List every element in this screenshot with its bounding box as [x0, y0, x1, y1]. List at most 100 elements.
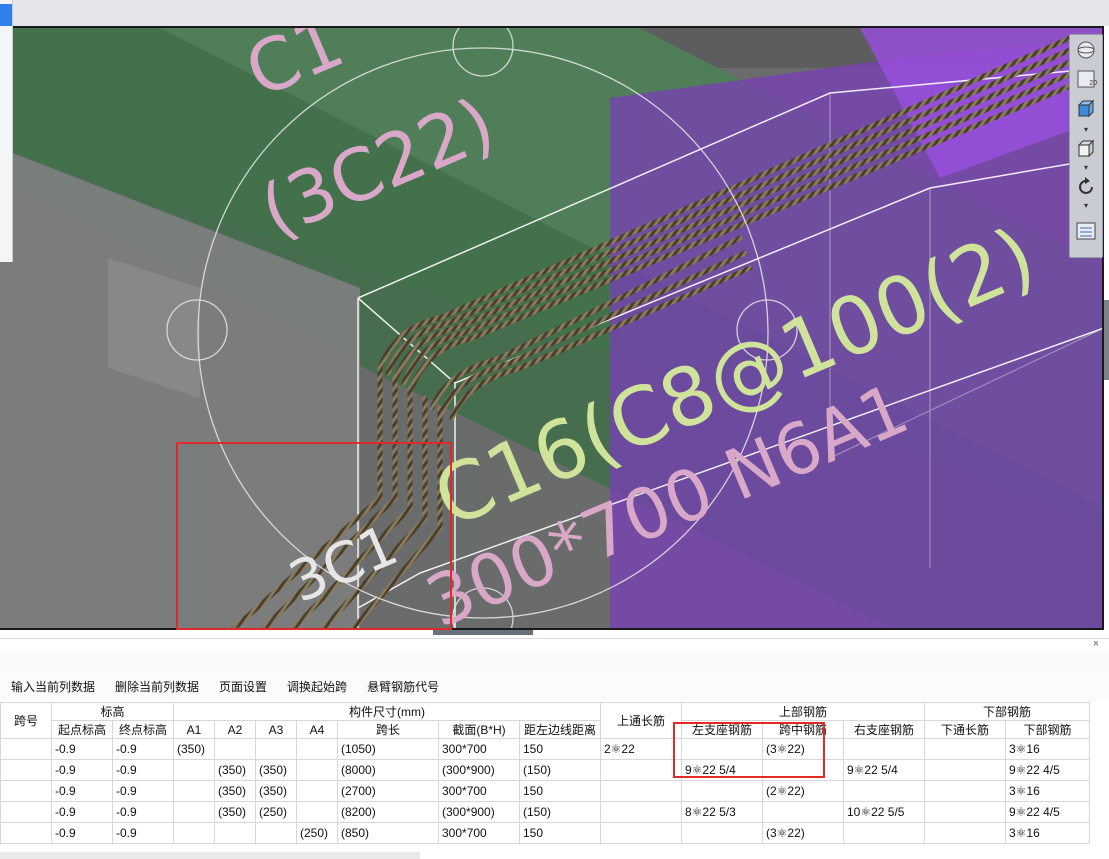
cell-offset[interactable]: 150	[519, 780, 601, 802]
cell-a1[interactable]	[173, 780, 215, 802]
cell-top-through[interactable]	[600, 780, 682, 802]
swap-start-span-button[interactable]: 调换起始跨	[284, 675, 350, 698]
cell-span-length[interactable]: (1050)	[337, 738, 439, 760]
cell-start-elev[interactable]: -0.9	[51, 822, 113, 844]
layer-list-button[interactable]	[1073, 219, 1099, 243]
cell-a3[interactable]: (350)	[255, 780, 297, 802]
cell-section[interactable]: (300*900)	[438, 759, 520, 781]
cell-left-support[interactable]: 8⚛22 5/3	[681, 801, 763, 823]
cell-start-elev[interactable]: -0.9	[51, 801, 113, 823]
cell-right-support[interactable]: 9⚛22 5/4	[843, 759, 925, 781]
left-side-panel[interactable]	[0, 0, 13, 262]
cell-section[interactable]: (300*900)	[438, 801, 520, 823]
cell-a4[interactable]	[296, 801, 338, 823]
cell-end-elev[interactable]: -0.9	[112, 780, 174, 802]
cell-section[interactable]: 300*700	[438, 780, 520, 802]
cell-start-elev[interactable]: -0.9	[51, 738, 113, 760]
cell-a3[interactable]	[255, 738, 297, 760]
table-row[interactable]: -0.9 -0.9 (350) (1050) 300*700 150 2⚛22 (3⚛22) 3…	[0, 738, 1090, 760]
cell-mid-span[interactable]	[762, 759, 844, 781]
cell-top-through[interactable]	[600, 801, 682, 823]
cell-left-support[interactable]	[681, 822, 763, 844]
cell-section[interactable]: 300*700	[438, 822, 520, 844]
cell-a3[interactable]	[255, 822, 297, 844]
cell-a2[interactable]: (350)	[214, 780, 256, 802]
cell-mid-span[interactable]: (3⚛22)	[762, 822, 844, 844]
cell-top-through[interactable]	[600, 759, 682, 781]
table-row[interactable]: -0.9 -0.9 (350) (350) (8000) (300*900) (150) 9⚛…	[0, 759, 1090, 781]
cell-a3[interactable]: (350)	[255, 759, 297, 781]
cell-a4[interactable]: (250)	[296, 822, 338, 844]
cell-bottom-bars[interactable]: 3⚛16	[1005, 780, 1090, 802]
rotate-button[interactable]	[1073, 175, 1099, 199]
cell-offset[interactable]: 150	[519, 822, 601, 844]
cell-mid-span[interactable]: (2⚛22)	[762, 780, 844, 802]
cell-a4[interactable]	[296, 759, 338, 781]
solid-cube-button[interactable]	[1073, 137, 1099, 161]
cell-bottom-through[interactable]	[924, 780, 1006, 802]
input-column-button[interactable]: 输入当前列数据	[8, 675, 98, 698]
cell-a2[interactable]	[214, 738, 256, 760]
orbit-sphere-button[interactable]	[1073, 38, 1099, 62]
cell-a1[interactable]	[173, 822, 215, 844]
cell-span-length[interactable]: (8000)	[337, 759, 439, 781]
cell-start-elev[interactable]: -0.9	[51, 759, 113, 781]
cell-a3[interactable]: (250)	[255, 801, 297, 823]
cell-right-support[interactable]	[843, 738, 925, 760]
cell-end-elev[interactable]: -0.9	[112, 759, 174, 781]
cell-a1[interactable]	[173, 759, 215, 781]
panel-edge-handle[interactable]	[1104, 300, 1109, 380]
table-row[interactable]: -0.9 -0.9 (250) (850) 300*700 150 (3⚛22) 3⚛16	[0, 822, 1090, 844]
cantilever-code-button[interactable]: 悬臂钢筋代号	[364, 675, 442, 698]
2d-view-button[interactable]: 20	[1073, 67, 1099, 91]
chevron-down-icon[interactable]: ▾	[1082, 202, 1090, 210]
cell-span[interactable]	[0, 780, 52, 802]
cell-a1[interactable]: (350)	[173, 738, 215, 760]
cell-end-elev[interactable]: -0.9	[112, 801, 174, 823]
cell-span[interactable]	[0, 759, 52, 781]
cell-offset[interactable]: (150)	[519, 759, 601, 781]
table-row[interactable]: -0.9 -0.9 (350) (250) (8200) (300*900) (150) 8⚛…	[0, 801, 1090, 823]
cell-end-elev[interactable]: -0.9	[112, 738, 174, 760]
cell-offset[interactable]: 150	[519, 738, 601, 760]
cell-top-through[interactable]	[600, 822, 682, 844]
cell-bottom-through[interactable]	[924, 759, 1006, 781]
cell-start-elev[interactable]: -0.9	[51, 780, 113, 802]
cell-bottom-bars[interactable]: 3⚛16	[1005, 822, 1090, 844]
cell-top-through[interactable]: 2⚛22	[600, 738, 682, 760]
cell-right-support[interactable]	[843, 822, 925, 844]
chevron-down-icon[interactable]: ▾	[1082, 126, 1090, 134]
cell-a2[interactable]	[214, 822, 256, 844]
cell-end-elev[interactable]: -0.9	[112, 822, 174, 844]
cell-bottom-through[interactable]	[924, 801, 1006, 823]
cell-mid-span[interactable]	[762, 801, 844, 823]
cell-right-support[interactable]	[843, 780, 925, 802]
panel-splitter[interactable]	[0, 630, 1109, 639]
cell-a4[interactable]	[296, 780, 338, 802]
cell-mid-span[interactable]: (3⚛22)	[762, 738, 844, 760]
view-cube-button[interactable]	[1073, 97, 1099, 121]
cell-bottom-bars[interactable]: 3⚛16	[1005, 738, 1090, 760]
cell-span-length[interactable]: (2700)	[337, 780, 439, 802]
cell-left-support[interactable]	[681, 738, 763, 760]
splitter-grip[interactable]	[433, 630, 533, 635]
cell-bottom-bars[interactable]: 9⚛22 4/5	[1005, 759, 1090, 781]
cell-right-support[interactable]: 10⚛22 5/5	[843, 801, 925, 823]
cell-span[interactable]	[0, 822, 52, 844]
cell-bottom-through[interactable]	[924, 822, 1006, 844]
cell-bottom-bars[interactable]: 9⚛22 4/5	[1005, 801, 1090, 823]
cell-a2[interactable]: (350)	[214, 801, 256, 823]
3d-viewport[interactable]: C1 (3C22) C16(C8@100(2) 300*700 N6A1 3C1	[0, 26, 1104, 630]
delete-column-button[interactable]: 删除当前列数据	[112, 675, 202, 698]
cell-left-support[interactable]	[681, 780, 763, 802]
cell-left-support[interactable]: 9⚛22 5/4	[681, 759, 763, 781]
horizontal-scrollbar[interactable]	[0, 852, 420, 859]
cell-bottom-through[interactable]	[924, 738, 1006, 760]
cell-a4[interactable]	[296, 738, 338, 760]
cell-a2[interactable]: (350)	[214, 759, 256, 781]
chevron-down-icon[interactable]: ▾	[1082, 164, 1090, 172]
cell-span-length[interactable]: (8200)	[337, 801, 439, 823]
cell-span[interactable]	[0, 738, 52, 760]
close-icon[interactable]: ×	[1090, 638, 1102, 650]
page-setup-button[interactable]: 页面设置	[216, 675, 270, 698]
